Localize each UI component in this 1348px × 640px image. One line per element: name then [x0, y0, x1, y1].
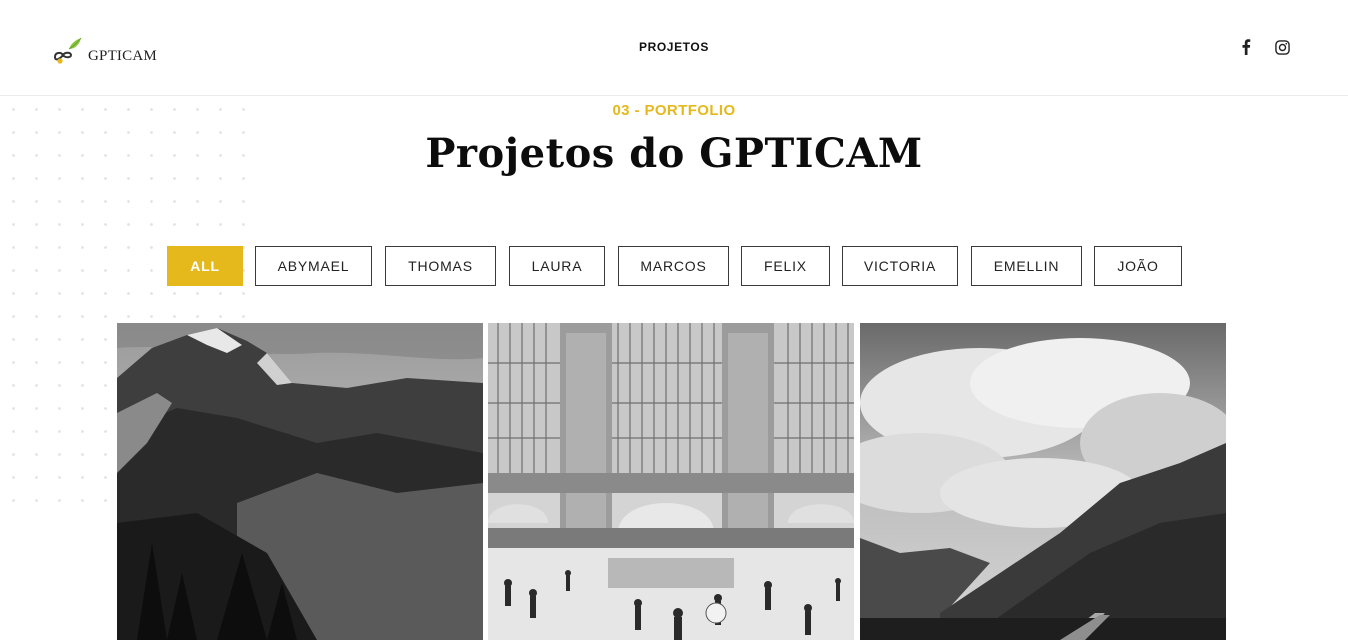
leaf-infinity-logo-icon — [53, 37, 82, 64]
filter-thomas[interactable]: THOMAS — [385, 246, 496, 286]
instagram-icon — [1274, 39, 1290, 55]
filter-marcos[interactable]: MARCOS — [618, 246, 729, 286]
site-header: GPTICAM PROJETOS — [0, 0, 1348, 96]
filter-joao[interactable]: JOÃO — [1094, 246, 1182, 286]
filter-victoria[interactable]: VICTORIA — [842, 246, 958, 286]
section-title: Projetos do GPTICAM — [425, 130, 923, 177]
gallery-item-mountain[interactable] — [117, 323, 483, 640]
mountain-landscape-image — [117, 323, 483, 640]
instagram-link[interactable] — [1273, 38, 1291, 56]
terminal-interior-image — [488, 323, 854, 640]
portfolio-filters: ALL ABYMAEL THOMAS LAURA MARCOS FELIX VI… — [0, 246, 1348, 286]
facebook-icon — [1242, 39, 1251, 55]
section-eyebrow: 03 - PORTFOLIO — [612, 102, 736, 119]
filter-all[interactable]: ALL — [167, 246, 243, 286]
brand-name: GPTICAM — [88, 47, 157, 64]
gallery-item-valley[interactable] — [860, 323, 1226, 640]
brand-logo[interactable]: GPTICAM — [52, 37, 157, 67]
filter-felix[interactable]: FELIX — [741, 246, 830, 286]
filter-emellin[interactable]: EMELLIN — [971, 246, 1082, 286]
filter-abymael[interactable]: ABYMAEL — [255, 246, 372, 286]
valley-road-image — [860, 323, 1226, 640]
gallery-item-terminal[interactable] — [488, 323, 854, 640]
facebook-link[interactable] — [1237, 38, 1255, 56]
filter-laura[interactable]: LAURA — [509, 246, 605, 286]
nav-link-projetos[interactable]: PROJETOS — [639, 40, 709, 54]
